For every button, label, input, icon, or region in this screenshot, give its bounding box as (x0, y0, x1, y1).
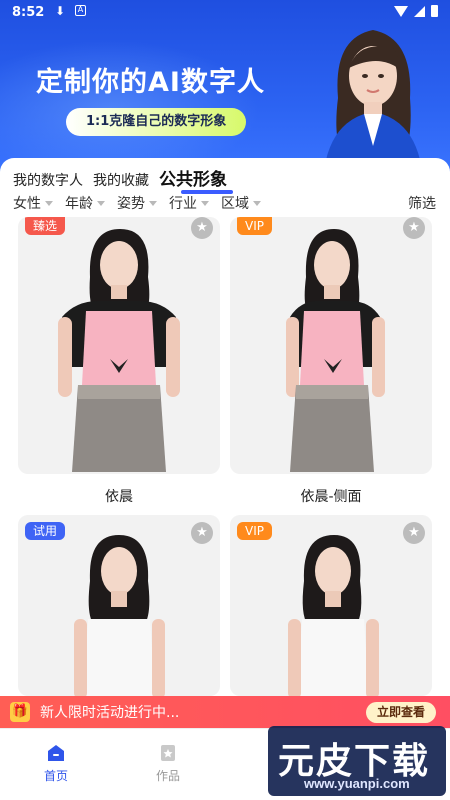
avatar-photo (58, 229, 180, 472)
avatar-photo (286, 229, 385, 472)
avatar-card[interactable]: 臻选 ★ (18, 217, 220, 474)
tag-badge: 试用 (25, 522, 66, 540)
tab-public-images[interactable]: 公共形象 (159, 165, 233, 194)
nav-item-home[interactable]: 首页 (26, 743, 86, 784)
filter-bar: 女性 年龄 姿势 行业 区域 筛选 (13, 193, 438, 213)
watermark-url: www.yuanpi.com (304, 776, 410, 791)
category-tabs: 我的数字人 我的收藏 公共形象 (13, 165, 233, 194)
filter-gender[interactable]: 女性 (13, 193, 53, 213)
filter-region[interactable]: 区域 (221, 193, 261, 213)
avatar-card[interactable]: VIP ★ (230, 217, 432, 474)
filter-age[interactable]: 年龄 (65, 193, 105, 213)
battery-icon (431, 5, 438, 17)
filter-button[interactable]: 筛选 (408, 193, 436, 213)
wifi-icon (394, 5, 408, 17)
avatar-card[interactable]: 试用 ★ (18, 515, 220, 696)
filter-label: 女性 (13, 196, 41, 212)
signal-icon (414, 5, 425, 17)
caret-down-icon (253, 200, 261, 206)
filter-industry[interactable]: 行业 (169, 193, 209, 213)
download-icon: ⬇ (55, 4, 66, 18)
app-notification-icon: A (75, 5, 86, 16)
gift-icon: 🎁 (10, 702, 30, 722)
tag-badge: 臻选 (25, 217, 66, 235)
nav-label: 首页 (43, 769, 68, 783)
caret-down-icon (45, 200, 53, 206)
tab-my-digital-human[interactable]: 我的数字人 (13, 170, 83, 190)
tab-my-favorites[interactable]: 我的收藏 (93, 170, 149, 190)
nav-item-works[interactable]: 作品 (138, 743, 198, 784)
tag-badge: VIP (237, 217, 272, 235)
hero-clone-pill[interactable]: 1:1克隆自己的数字形象 (66, 108, 247, 136)
card-name: 依晨-侧面 (300, 489, 362, 505)
favorite-star-icon[interactable]: ★ (403, 217, 425, 239)
hero-banner[interactable]: 8:52 ⬇ A 定制你的AI数字人 1:1克隆自己的数字形象 (0, 0, 450, 175)
caret-down-icon (149, 200, 157, 206)
favorite-star-icon[interactable]: ★ (191, 522, 213, 544)
hero-title: 定制你的AI数字人 (36, 67, 265, 98)
watermark-overlay: 元皮下载 www.yuanpi.com (268, 726, 446, 796)
tag-badge: VIP (237, 522, 272, 540)
nav-label: 作品 (155, 769, 180, 783)
status-time: 8:52 (12, 5, 45, 20)
filter-label: 行业 (169, 196, 197, 212)
avatar-photo (288, 535, 379, 696)
filter-pose[interactable]: 姿势 (117, 193, 157, 213)
filter-label: 年龄 (65, 196, 93, 212)
hero-avatar-image (323, 30, 423, 175)
favorite-star-icon[interactable]: ★ (403, 522, 425, 544)
avatar-photo (74, 535, 165, 696)
card-name: 依晨 (105, 489, 133, 505)
filter-label: 姿势 (117, 196, 145, 212)
favorite-star-icon[interactable]: ★ (191, 217, 213, 239)
promo-banner[interactable]: 🎁 新人限时活动进行中... 立即查看 (0, 696, 450, 728)
caret-down-icon (97, 200, 105, 206)
avatar-card[interactable]: VIP ★ (230, 515, 432, 696)
caret-down-icon (201, 200, 209, 206)
works-icon (161, 745, 175, 761)
home-icon (48, 745, 64, 761)
promo-text: 新人限时活动进行中... (40, 705, 180, 721)
filter-label: 区域 (221, 196, 249, 212)
view-now-button[interactable]: 立即查看 (365, 702, 436, 723)
status-indicators (394, 5, 438, 17)
